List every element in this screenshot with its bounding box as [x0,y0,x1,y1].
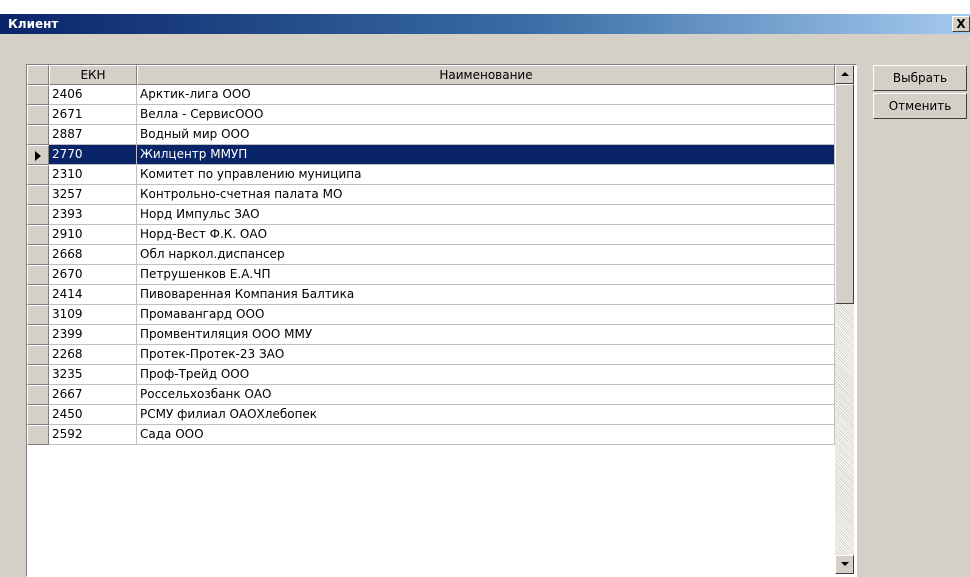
background-strip [0,0,970,14]
cell-ekh[interactable]: 2671 [49,105,137,125]
clients-grid[interactable]: ЕКН Наименование 2406 Арктик-лига ООО 2671… [26,64,857,577]
row-indicator[interactable] [27,265,49,285]
row-indicator[interactable] [27,225,49,245]
cell-name[interactable]: Норд-Вест Ф.К. ОАО [137,225,835,245]
client-dialog: Клиент X ЕКН Наименование 2406 Арктик-лиг… [0,14,970,577]
row-indicator[interactable] [27,125,49,145]
row-indicator[interactable] [27,305,49,325]
table-row[interactable]: 3109 Промавангард ООО [27,305,835,325]
row-indicator[interactable] [27,365,49,385]
row-indicator[interactable] [27,165,49,185]
row-indicator[interactable] [27,245,49,265]
cell-ekh[interactable]: 2414 [49,285,137,305]
table-row[interactable]: 2310 Комитет по управлению муниципа [27,165,835,185]
row-indicator[interactable] [27,325,49,345]
table-row[interactable]: 2910 Норд-Вест Ф.К. ОАО [27,225,835,245]
cell-name[interactable]: РСМУ филиал ОАОХлебопек [137,405,835,425]
cell-ekh[interactable]: 2667 [49,385,137,405]
table-row[interactable]: 2887 Водный мир ООО [27,125,835,145]
cell-name[interactable]: Комитет по управлению муниципа [137,165,835,185]
cell-name[interactable]: Контрольно-счетная палата МО [137,185,835,205]
row-indicator[interactable] [27,345,49,365]
cell-name[interactable]: Сада ООО [137,425,835,445]
cell-ekh[interactable]: 3109 [49,305,137,325]
table-row[interactable]: 2668 Обл наркол.диспансер [27,245,835,265]
cell-name[interactable]: Пивоваренная Компания Балтика [137,285,835,305]
cell-ekh[interactable]: 2310 [49,165,137,185]
cell-ekh[interactable]: 3235 [49,365,137,385]
row-indicator[interactable] [27,405,49,425]
vertical-scrollbar[interactable] [835,65,854,574]
title-bar[interactable]: Клиент X [0,14,970,34]
table-row[interactable]: 2592 Сада ООО [27,425,835,445]
close-icon: X [956,17,966,31]
cell-ekh[interactable]: 2399 [49,325,137,345]
table-row[interactable]: 2770 Жилцентр ММУП [27,145,835,165]
column-header-name[interactable]: Наименование [137,65,835,85]
cell-ekh[interactable]: 2450 [49,405,137,425]
cell-name[interactable]: Промавангард ООО [137,305,835,325]
cell-name[interactable]: Протек-Протек-23 ЗАО [137,345,835,365]
column-header-ekh[interactable]: ЕКН [49,65,137,85]
close-button[interactable]: X [952,16,970,32]
table-row[interactable]: 2268 Протек-Протек-23 ЗАО [27,345,835,365]
current-row-arrow-icon [35,151,41,161]
table-row[interactable]: 2406 Арктик-лига ООО [27,85,835,105]
table-row[interactable]: 2450 РСМУ филиал ОАОХлебопек [27,405,835,425]
table-row[interactable]: 3235 Проф-Трейд ООО [27,365,835,385]
cell-ekh[interactable]: 2770 [49,145,137,165]
cell-name[interactable]: Жилцентр ММУП [137,145,835,165]
cell-name[interactable]: Велла - СервисООО [137,105,835,125]
arrow-down-icon [841,562,849,566]
table-row[interactable]: 3257 Контрольно-счетная палата МО [27,185,835,205]
row-indicator[interactable] [27,145,49,165]
cell-ekh[interactable]: 2887 [49,125,137,145]
cell-ekh[interactable]: 2670 [49,265,137,285]
cell-name[interactable]: Водный мир ООО [137,125,835,145]
table-row[interactable]: 2414 Пивоваренная Компания Балтика [27,285,835,305]
arrow-up-icon [841,72,849,76]
cell-ekh[interactable]: 2406 [49,85,137,105]
row-indicator[interactable] [27,185,49,205]
cell-ekh[interactable]: 3257 [49,185,137,205]
cell-name[interactable]: Арктик-лига ООО [137,85,835,105]
table-row[interactable]: 2393 Норд Импульс ЗАО [27,205,835,225]
cell-ekh[interactable]: 2268 [49,345,137,365]
grid-header: ЕКН Наименование [27,65,835,85]
table-row[interactable]: 2667 Россельхозбанк ОАО [27,385,835,405]
scroll-up-button[interactable] [835,65,854,84]
cell-name[interactable]: Промвентиляция ООО ММУ [137,325,835,345]
cancel-button[interactable]: Отменить [873,93,967,119]
table-row[interactable]: 2671 Велла - СервисООО [27,105,835,125]
cell-name[interactable]: Норд Импульс ЗАО [137,205,835,225]
header-indicator-cell [27,65,49,85]
row-indicator[interactable] [27,105,49,125]
cell-ekh[interactable]: 2668 [49,245,137,265]
select-button[interactable]: Выбрать [873,65,967,91]
cell-ekh[interactable]: 2592 [49,425,137,445]
cell-name[interactable]: Проф-Трейд ООО [137,365,835,385]
scroll-down-button[interactable] [835,555,854,574]
scroll-thumb[interactable] [835,84,854,304]
row-indicator[interactable] [27,85,49,105]
row-indicator[interactable] [27,425,49,445]
table-row[interactable]: 2670 Петрушенков Е.А.ЧП [27,265,835,285]
window-title: Клиент [8,17,59,31]
row-indicator[interactable] [27,385,49,405]
cell-ekh[interactable]: 2910 [49,225,137,245]
cell-name[interactable]: Обл наркол.диспансер [137,245,835,265]
cell-name[interactable]: Петрушенков Е.А.ЧП [137,265,835,285]
row-indicator[interactable] [27,285,49,305]
cell-ekh[interactable]: 2393 [49,205,137,225]
table-row[interactable]: 2399 Промвентиляция ООО ММУ [27,325,835,345]
grid-rows: 2406 Арктик-лига ООО 2671 Велла - СервисООО… [27,85,835,445]
row-indicator[interactable] [27,205,49,225]
cell-name[interactable]: Россельхозбанк ОАО [137,385,835,405]
